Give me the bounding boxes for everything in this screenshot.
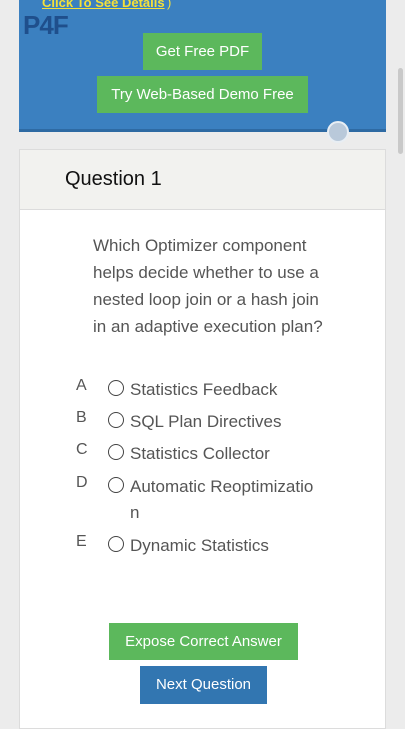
option-label[interactable]: Statistics Feedback xyxy=(130,377,330,403)
next-question-button[interactable]: Next Question xyxy=(140,666,267,704)
logo-letter-f: F xyxy=(52,10,69,40)
p4f-logo: P4F xyxy=(23,10,69,40)
option-label[interactable]: Automatic Reoptimization xyxy=(130,474,316,526)
question-text: Which Optimizer component helps decide w… xyxy=(93,236,323,336)
try-demo-button[interactable]: Try Web-Based Demo Free xyxy=(97,76,308,113)
scrollbar-thumb[interactable] xyxy=(398,68,403,154)
radio-button[interactable] xyxy=(108,477,124,493)
option-letter: D xyxy=(76,474,88,491)
logo-letter-p: P xyxy=(23,10,40,40)
radio-button[interactable] xyxy=(108,380,124,396)
expose-answer-button[interactable]: Expose Correct Answer xyxy=(109,623,298,660)
option-label[interactable]: Dynamic Statistics xyxy=(130,533,330,559)
radio-button[interactable] xyxy=(108,412,124,428)
question-card: Question 1 Which Optimizer component hel… xyxy=(19,149,386,729)
question-title: Question 1 xyxy=(65,168,162,190)
option-letter: A xyxy=(76,377,87,394)
promo-banner: Click To See Details ) P4F Get Free PDF … xyxy=(19,0,386,132)
question-header: Question 1 xyxy=(20,150,385,210)
get-free-pdf-button[interactable]: Get Free PDF xyxy=(143,33,262,70)
radio-button[interactable] xyxy=(108,444,124,460)
logo-letter-4: 4 xyxy=(39,10,54,40)
scroll-indicator-dot xyxy=(327,121,349,143)
details-link-tail: ) xyxy=(167,0,172,10)
option-label[interactable]: Statistics Collector xyxy=(130,441,330,467)
radio-button[interactable] xyxy=(108,536,124,552)
option-letter: E xyxy=(76,533,87,550)
option-letter: C xyxy=(76,441,88,458)
option-letter: B xyxy=(76,409,87,426)
option-label[interactable]: SQL Plan Directives xyxy=(130,409,330,435)
details-link[interactable]: Click To See Details xyxy=(42,0,165,10)
